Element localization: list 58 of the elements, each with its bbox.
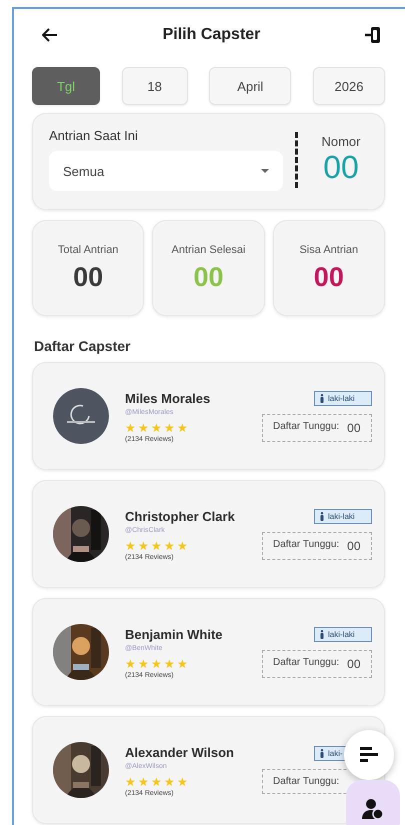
page-title: Pilih Capster	[162, 26, 260, 44]
stat-label: Antrian Selesai	[171, 244, 246, 256]
star-icon: ★	[138, 422, 149, 434]
capster-name: Benjamin White	[125, 626, 223, 642]
star-icon: ★	[177, 776, 188, 788]
stat-label: Sisa Antrian	[299, 244, 358, 256]
stat-label: Total Antrian	[58, 244, 118, 256]
back-arrow-icon[interactable]	[42, 28, 58, 42]
star-icon: ★	[177, 540, 188, 552]
star-icon: ★	[125, 422, 136, 434]
waiting-label: Daftar Tunggu:	[273, 538, 340, 552]
star-icon: ★	[177, 422, 188, 434]
queue-number: 00	[323, 148, 359, 186]
logout-icon[interactable]	[365, 26, 381, 44]
waiting-label: Daftar Tunggu:	[273, 420, 340, 434]
logo-avatar	[53, 388, 109, 444]
capster-name: Christopher Clark	[125, 508, 235, 524]
stat-value: 00	[314, 262, 344, 292]
stat-value: 00	[73, 262, 104, 292]
gender-label: laki-	[328, 749, 343, 758]
star-icon: ★	[125, 658, 136, 670]
add-user-button[interactable]	[346, 780, 400, 825]
stat-value: 00	[193, 262, 224, 292]
waiting-count: 00	[347, 420, 361, 434]
date-tab[interactable]: April	[209, 67, 292, 105]
date-tab[interactable]: 18	[122, 67, 188, 105]
star-icon: ★	[151, 658, 162, 670]
number-label: Nomor	[321, 134, 360, 148]
queue-dropdown[interactable]: Semua	[49, 151, 283, 191]
star-icon: ★	[125, 540, 136, 552]
gender-label: laki-laki	[328, 512, 355, 520]
user-icon	[362, 798, 384, 820]
star-icon: ★	[125, 776, 136, 788]
waiting-count: 00	[347, 538, 361, 552]
date-tab[interactable]: Tgl	[32, 67, 100, 105]
section-title: Daftar Capster	[34, 338, 132, 354]
star-icon: ★	[151, 540, 162, 552]
sort-icon	[360, 747, 378, 763]
star-icon: ★	[164, 422, 175, 434]
star-icon: ★	[138, 658, 149, 670]
star-icon: ★	[164, 540, 175, 552]
star-icon: ★	[177, 658, 188, 670]
capster-name: Alexander Wilson	[125, 744, 234, 760]
capster-name: Miles Morales	[125, 390, 210, 406]
date-tab[interactable]: 2026	[312, 67, 385, 105]
star-icon: ★	[151, 422, 162, 434]
waiting-label: Daftar Tunggu:	[273, 656, 340, 670]
dropdown-caret-icon	[261, 169, 269, 173]
queue-label: Antrian Saat Ini	[49, 128, 139, 143]
star-icon: ★	[151, 776, 162, 788]
waiting-label: Daftar Tunggu:	[273, 776, 340, 787]
gender-label: laki-laki	[328, 394, 355, 402]
waiting-count: 00	[347, 656, 361, 670]
star-icon: ★	[138, 540, 149, 552]
star-icon: ★	[164, 776, 175, 788]
star-icon: ★	[164, 658, 175, 670]
star-icon: ★	[138, 776, 149, 788]
gender-label: laki-laki	[328, 630, 355, 638]
